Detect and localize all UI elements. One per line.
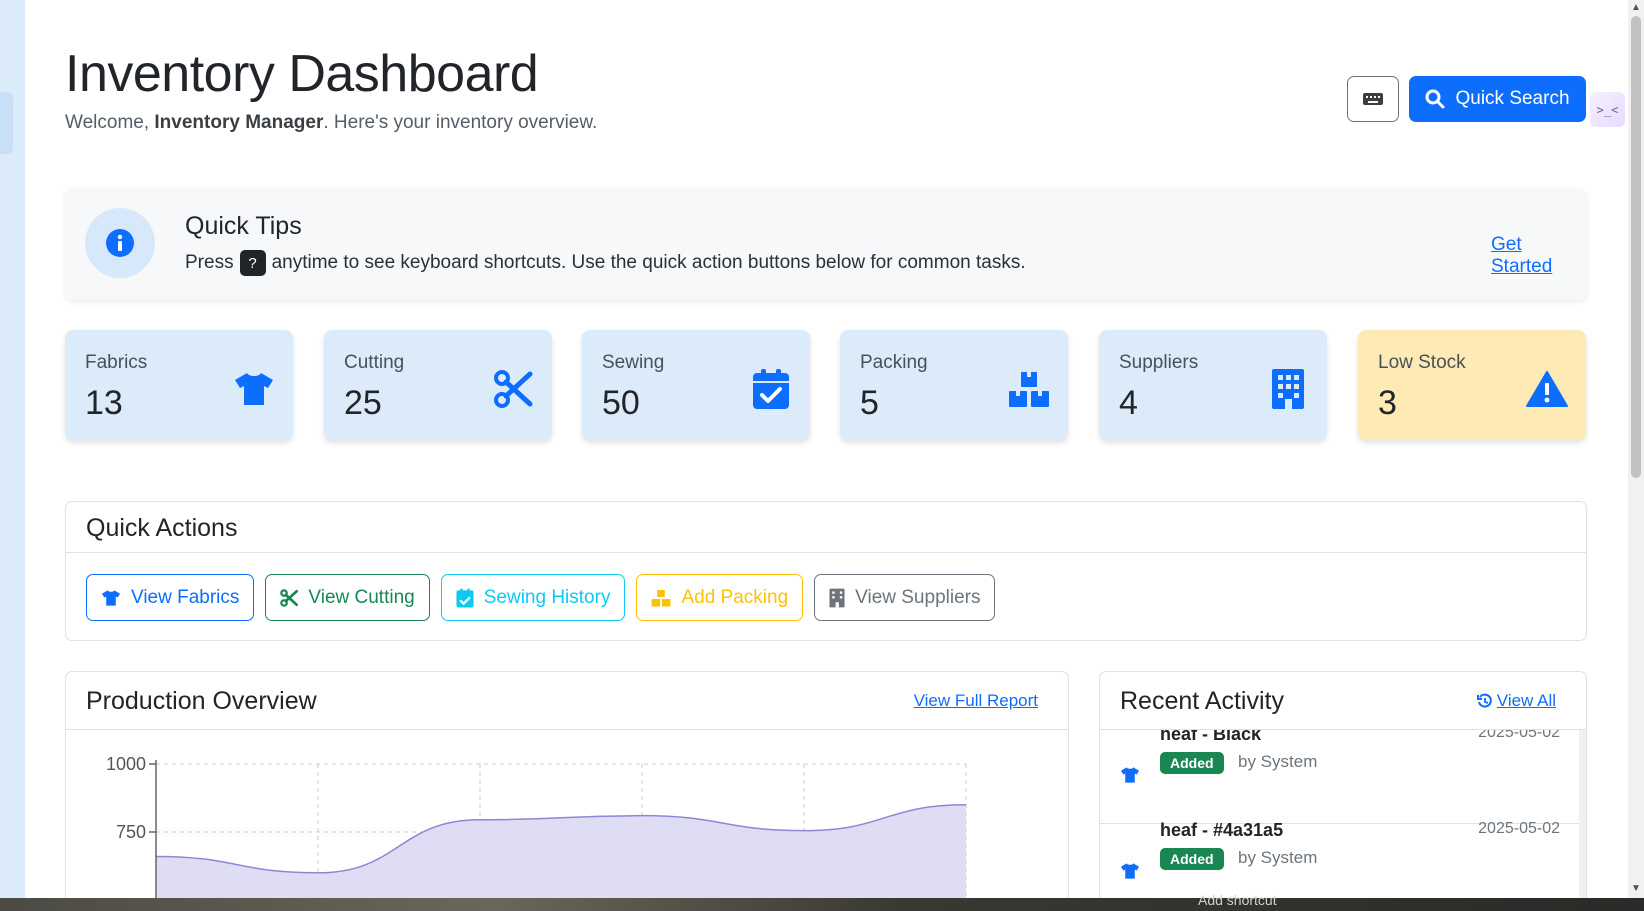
- page-scrollbar[interactable]: ▲ ▼: [1628, 0, 1644, 898]
- stat-card-packing[interactable]: Packing 5: [840, 330, 1068, 440]
- stat-label: Low Stock: [1378, 352, 1466, 373]
- recent-activity-title: Recent Activity: [1120, 687, 1284, 715]
- info-icon: [85, 208, 155, 278]
- y-tick-label: 750: [116, 822, 146, 842]
- stat-value: 13: [85, 384, 123, 422]
- status-badge: Added: [1160, 752, 1224, 774]
- taskbar: Add shortcut: [0, 892, 1644, 911]
- activity-item-name: heaf - Black: [1160, 730, 1262, 744]
- boxes-icon: [651, 589, 671, 607]
- welcome-prefix: Welcome,: [65, 112, 155, 133]
- stat-label: Packing: [860, 352, 928, 373]
- stat-value: 25: [344, 384, 382, 422]
- shirt-icon: [101, 589, 121, 606]
- quick-search-button[interactable]: Quick Search: [1409, 76, 1586, 122]
- view-fabrics-button[interactable]: View Fabrics: [86, 574, 255, 621]
- add-packing-button[interactable]: Add Packing: [636, 574, 804, 621]
- tips-text-after: anytime to see keyboard shortcuts. Use t…: [271, 252, 1026, 273]
- sewing-history-button[interactable]: Sewing History: [440, 574, 626, 621]
- view-suppliers-label: View Suppliers: [855, 586, 981, 608]
- production-overview-card: Production Overview View Full Report 100…: [65, 671, 1069, 898]
- stat-label: Fabrics: [85, 352, 148, 373]
- sidebar-toggle-tab[interactable]: [0, 92, 13, 154]
- activity-item-author: by System: [1238, 848, 1318, 867]
- history-icon: [1476, 693, 1492, 708]
- activity-item-date: 2025-05-02: [1478, 820, 1560, 837]
- add-packing-label: Add Packing: [681, 586, 789, 608]
- welcome-user: Inventory Manager: [154, 112, 324, 133]
- stat-card-suppliers[interactable]: Suppliers 4: [1099, 330, 1327, 440]
- view-cutting-button[interactable]: View Cutting: [265, 574, 430, 621]
- stat-label: Suppliers: [1119, 352, 1199, 373]
- quick-tips-panel: Quick Tips Press ? anytime to see keyboa…: [65, 188, 1587, 300]
- y-tick-label: 1000: [106, 754, 146, 774]
- get-started-link[interactable]: Get Started: [1491, 234, 1587, 278]
- scroll-down-arrow-icon[interactable]: ▼: [1631, 883, 1641, 894]
- shirt-icon: [1120, 767, 1140, 783]
- stat-card-fabrics[interactable]: Fabrics 13: [65, 330, 293, 440]
- tips-text-before: Press: [185, 252, 234, 273]
- keyboard-icon: [1363, 93, 1383, 105]
- stat-card-low-stock[interactable]: Low Stock 3: [1358, 330, 1586, 440]
- page-title: Inventory Dashboard: [65, 45, 539, 103]
- sewing-history-label: Sewing History: [483, 586, 611, 608]
- production-chart: 1000 750: [106, 754, 967, 898]
- view-fabrics-label: View Fabrics: [131, 586, 240, 608]
- stat-value: 4: [1119, 384, 1138, 422]
- view-full-report-link[interactable]: View Full Report: [914, 691, 1038, 711]
- scissors-icon: [280, 588, 299, 607]
- shortcut-key-chip: ?: [239, 250, 266, 276]
- status-badge: Added: [1160, 848, 1224, 870]
- quick-actions-card: Quick Actions View Fabrics View Cutting …: [65, 501, 1587, 641]
- view-all-label: View All: [1496, 691, 1556, 710]
- shirt-icon: [233, 368, 275, 410]
- extension-icon[interactable]: >_<: [1590, 92, 1625, 127]
- view-suppliers-button[interactable]: View Suppliers: [814, 574, 996, 621]
- stat-value: 50: [602, 384, 640, 422]
- tips-text: Press ? anytime to see keyboard shortcut…: [185, 250, 1026, 276]
- activity-scrollbar[interactable]: [1579, 730, 1586, 898]
- stat-value: 3: [1378, 384, 1397, 422]
- left-sidebar-strip: [0, 0, 25, 898]
- production-overview-title: Production Overview: [86, 687, 317, 715]
- list-item[interactable]: heaf - #4a31a5 2025-05-02 Added by Syste…: [1100, 820, 1580, 898]
- view-all-activity-link[interactable]: View All: [1476, 691, 1556, 711]
- scroll-up-arrow-icon[interactable]: ▲: [1631, 2, 1641, 13]
- stat-value: 5: [860, 384, 879, 422]
- search-icon: [1425, 89, 1445, 109]
- add-shortcut-label[interactable]: Add shortcut: [1198, 892, 1277, 908]
- building-icon: [829, 588, 845, 607]
- tips-title: Quick Tips: [185, 212, 302, 240]
- shirt-icon: [1120, 863, 1140, 879]
- chart-area-fill: [156, 804, 966, 898]
- calendar-check-icon: [456, 588, 474, 607]
- activity-list: heaf - Black 2025-05-02 Added by System …: [1100, 730, 1580, 898]
- welcome-message: Welcome, Inventory Manager. Here's your …: [65, 112, 597, 134]
- quick-actions-title: Quick Actions: [66, 502, 1586, 553]
- quick-actions-row: View Fabrics View Cutting Sewing History…: [86, 574, 996, 621]
- stat-label: Sewing: [602, 352, 665, 373]
- view-cutting-label: View Cutting: [308, 586, 415, 608]
- list-item[interactable]: heaf - Black 2025-05-02 Added by System: [1100, 730, 1580, 824]
- keyboard-shortcuts-button[interactable]: [1347, 76, 1399, 122]
- activity-item-author: by System: [1238, 752, 1318, 771]
- stat-card-cutting[interactable]: Cutting 25: [324, 330, 552, 440]
- boxes-icon: [1008, 368, 1050, 410]
- quick-search-label: Quick Search: [1455, 88, 1570, 109]
- production-overview-header: Production Overview View Full Report: [66, 672, 1068, 730]
- welcome-suffix: . Here's your inventory overview.: [323, 112, 598, 133]
- stat-card-sewing[interactable]: Sewing 50: [582, 330, 810, 440]
- main-content: Inventory Dashboard Welcome, Inventory M…: [25, 0, 1625, 898]
- recent-activity-card: Recent Activity View All heaf - Black 20…: [1099, 671, 1587, 898]
- scrollbar-thumb[interactable]: [1631, 16, 1641, 478]
- recent-activity-header: Recent Activity View All: [1100, 672, 1586, 730]
- warning-icon: [1526, 368, 1568, 410]
- stat-label: Cutting: [344, 352, 405, 373]
- calendar-check-icon: [750, 368, 792, 410]
- activity-item-name: heaf - #4a31a5: [1160, 820, 1284, 840]
- scissors-icon: [492, 368, 534, 410]
- building-icon: [1267, 368, 1309, 410]
- activity-item-date: 2025-05-02: [1478, 730, 1560, 741]
